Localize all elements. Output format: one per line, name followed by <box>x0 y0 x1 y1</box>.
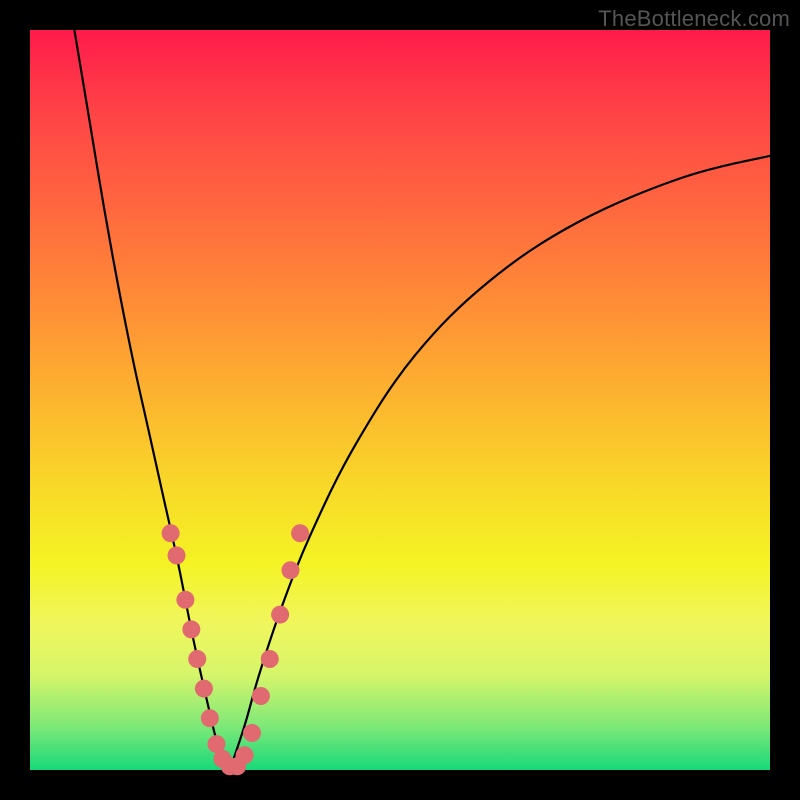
marker-point <box>201 709 219 727</box>
curve-right-branch <box>230 156 770 770</box>
marker-point <box>281 561 299 579</box>
marker-point <box>162 524 180 542</box>
marker-point <box>188 650 206 668</box>
marker-point <box>168 546 186 564</box>
marker-group <box>162 524 310 775</box>
marker-point <box>236 746 254 764</box>
marker-point <box>195 680 213 698</box>
curve-group <box>74 30 770 770</box>
marker-point <box>182 620 200 638</box>
marker-point <box>176 591 194 609</box>
marker-point <box>243 724 261 742</box>
curve-left-branch <box>74 30 229 770</box>
chart-container: TheBottleneck.com <box>0 0 800 800</box>
plot-area <box>30 30 770 770</box>
marker-point <box>291 524 309 542</box>
marker-point <box>252 687 270 705</box>
marker-point <box>261 650 279 668</box>
chart-svg <box>30 30 770 770</box>
watermark-text: TheBottleneck.com <box>598 6 790 32</box>
marker-point <box>271 606 289 624</box>
